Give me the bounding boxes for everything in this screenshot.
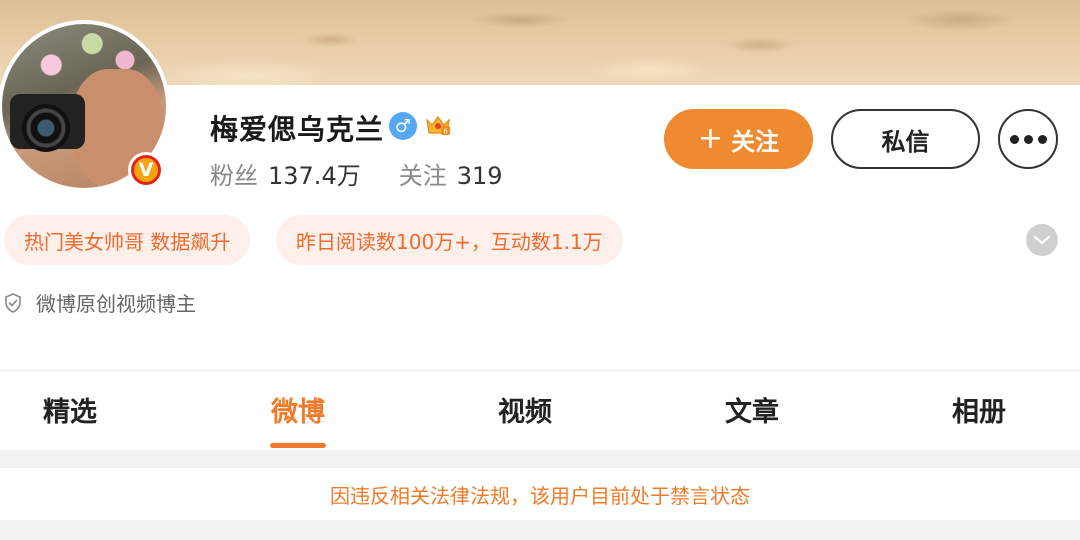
certification-row: 微博原创视频博主: [4, 288, 196, 317]
ban-notice: 因违反相关法律法规，该用户目前处于禁言状态: [330, 483, 750, 508]
more-options-button[interactable]: [998, 109, 1058, 169]
tag-reads[interactable]: 昨日阅读数100万+，互动数1.1万: [276, 215, 623, 265]
followers-label: 粉丝: [210, 162, 258, 190]
followers-count[interactable]: 137.4万: [268, 162, 361, 190]
follow-button-label: 关注: [731, 127, 780, 156]
tab-featured[interactable]: 精选: [10, 390, 130, 429]
section-separator: [0, 450, 1080, 468]
certification-text: 微博原创视频博主: [36, 292, 196, 316]
profile-stats: 粉丝 137.4万 关注 319: [210, 156, 503, 191]
following-label: 关注: [398, 162, 447, 190]
shield-icon: [5, 292, 21, 313]
active-tab-indicator: [270, 443, 326, 448]
vip-crown-icon[interactable]: 6: [424, 111, 452, 139]
section-separator-bottom: [0, 520, 1080, 540]
tag-hot[interactable]: 热门美女帅哥 数据飙升: [4, 215, 251, 265]
notice-row: 因违反相关法律法规，该用户目前处于禁言状态: [0, 468, 1080, 520]
verified-badge-label: V: [138, 159, 154, 181]
plus-icon: +: [697, 121, 724, 156]
follow-button[interactable]: + 关注: [664, 109, 813, 169]
expand-chevron-icon[interactable]: [1026, 224, 1058, 256]
message-button-label: 私信: [881, 127, 930, 156]
more-dots-icon: [1009, 134, 1019, 144]
tab-albums[interactable]: 相册: [919, 390, 1039, 429]
tab-videos[interactable]: 视频: [465, 390, 585, 429]
message-button[interactable]: 私信: [831, 109, 980, 169]
svg-text:6: 6: [443, 128, 448, 136]
following-count[interactable]: 319: [457, 162, 503, 190]
tab-weibo[interactable]: 微博: [238, 390, 358, 429]
divider: [0, 370, 1080, 371]
tag-reads-label: 昨日阅读数100万+，互动数1.1万: [296, 229, 603, 254]
profile-name: 梅爱偲乌克兰: [210, 113, 385, 146]
male-icon: ♂: [389, 112, 417, 140]
tag-hot-label: 热门美女帅哥 数据飙升: [24, 229, 231, 254]
tab-articles[interactable]: 文章: [692, 390, 812, 429]
verified-badge-icon: V: [128, 152, 164, 188]
